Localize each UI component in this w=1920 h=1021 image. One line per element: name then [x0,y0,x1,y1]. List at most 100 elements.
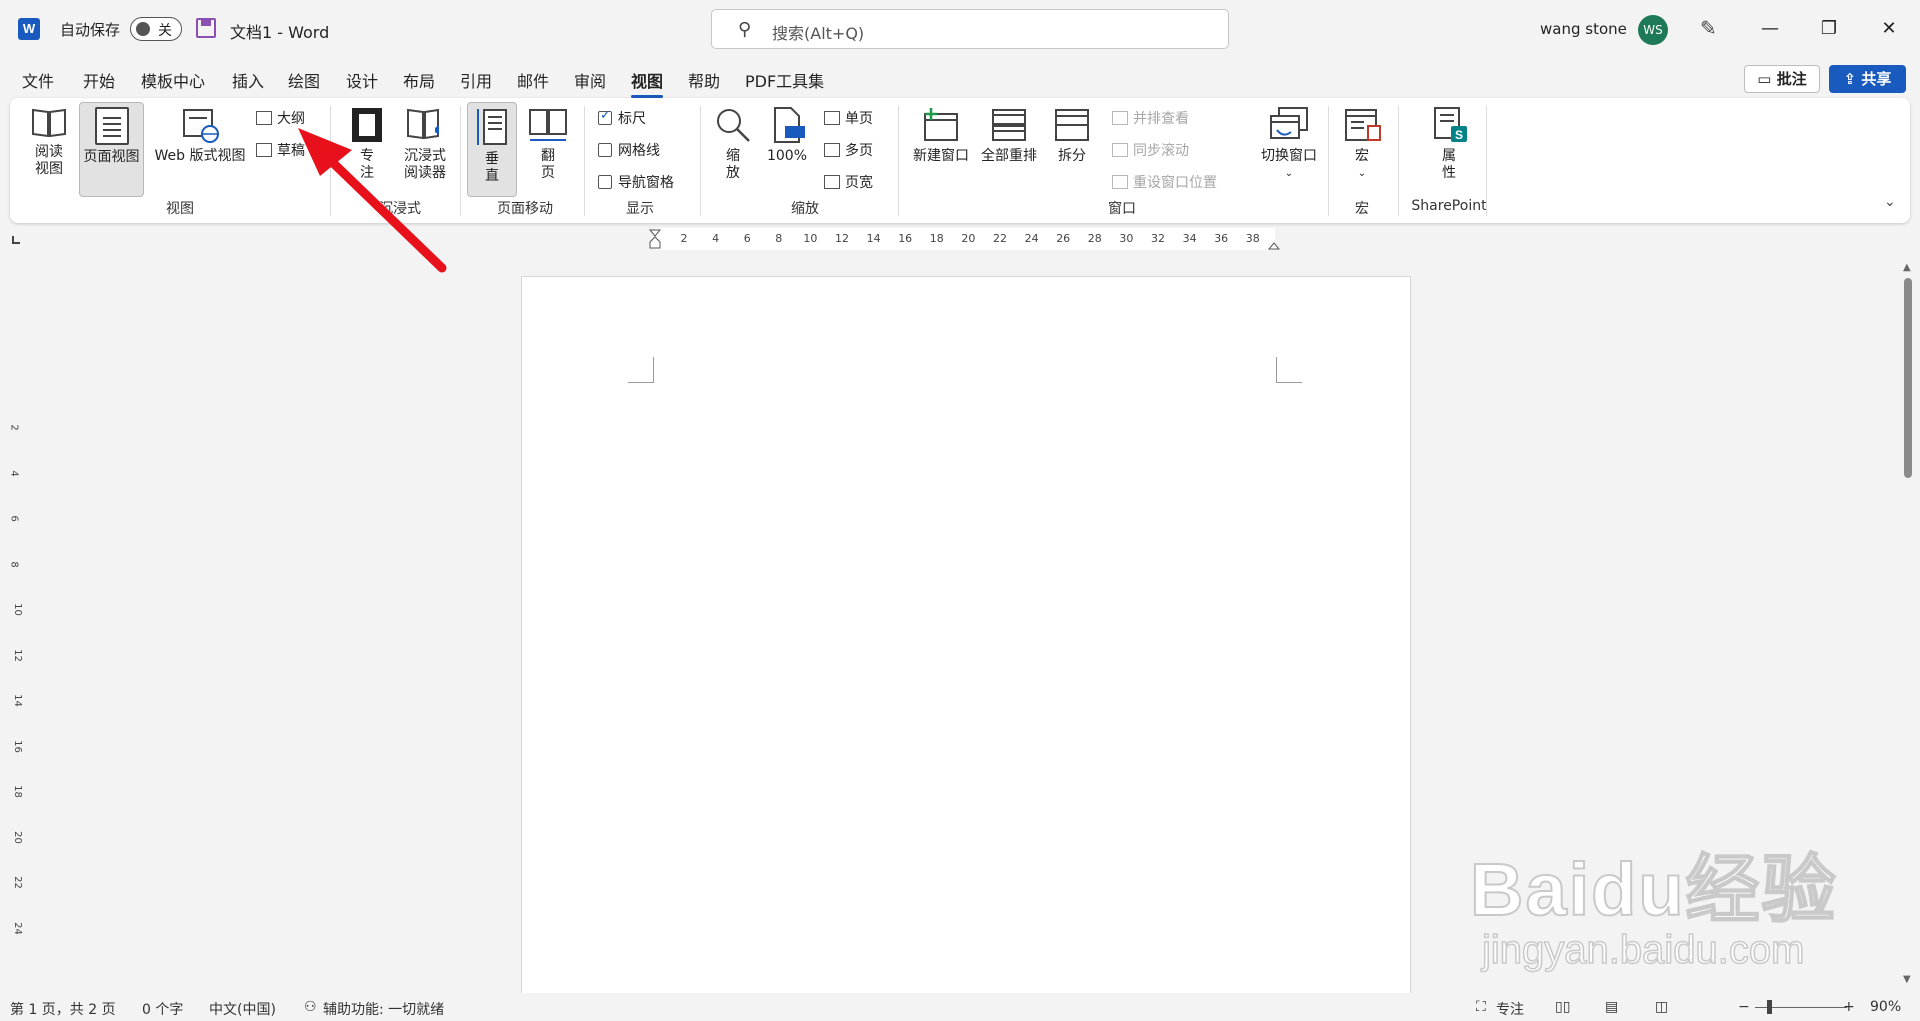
vertical-button[interactable]: 垂 直 [467,102,517,197]
zoom-in-icon[interactable]: + [1843,999,1855,1015]
restore-icon[interactable]: ❐ [1806,12,1852,46]
avatar[interactable]: WS [1638,15,1668,45]
vertical-ruler[interactable]: 2 4 6 8 10 12 14 16 18 20 22 24 [8,272,28,992]
tab-file[interactable]: 文件 [22,68,54,92]
zoom-100-button[interactable]: 100% [762,106,812,198]
page-icon [94,107,129,145]
print-layout-icon[interactable]: ▤ [1605,999,1618,1015]
read-mode-button[interactable]: 阅读 视图 [24,106,74,198]
group-separator [330,106,331,216]
reset-position-button[interactable]: 重设窗口位置 [1112,172,1217,192]
horizontal-ruler[interactable]: 2 4 6 8 10 12 14 16 18 20 22 24 26 28 30 32 34 36 38 [648,228,1281,250]
switch-windows-button[interactable]: 切换窗口 ⌄ [1256,106,1322,198]
side-by-side-label: 并排查看 [1133,111,1189,127]
focus-button[interactable]: 专 注 [345,106,389,198]
page-count[interactable]: 第 1 页，共 2 页 [10,999,116,1019]
tab-draw[interactable]: 绘图 [288,68,320,92]
ruler-tick-label: 12 [835,232,849,245]
tab-insert[interactable]: 插入 [232,68,264,92]
tab-pdf-tools[interactable]: PDF工具集 [745,68,824,92]
macros-icon [1345,109,1381,141]
search-input[interactable]: ⚲ 搜索(Alt+Q) [711,9,1229,49]
immersive-reader-icon [407,108,439,140]
tab-home[interactable]: 开始 [83,68,115,92]
ruler-tick-label: 36 [1214,232,1229,245]
multiple-pages-label: 多页 [845,143,873,159]
focus-mode-button[interactable]: 专注 [1496,999,1524,1019]
indent-marker-icon[interactable] [648,228,662,250]
autosave-toggle[interactable]: 关 [130,17,182,41]
nav-pane-checkbox[interactable]: 导航窗格 [598,172,674,192]
macros-button[interactable]: 宏 ⌄ [1340,106,1384,198]
right-indent-icon[interactable] [1267,239,1281,251]
tab-references[interactable]: 引用 [460,68,492,92]
multiple-pages-button[interactable]: 多页 [824,140,873,160]
zoom-100-label: 100% [766,148,808,164]
ruler-tick-label: 32 [1151,232,1165,245]
page-width-button[interactable]: 页宽 [824,172,873,192]
vruler-tick-label: 10 [11,603,23,616]
immersive-group-label: 沉浸式 [379,201,421,217]
save-icon[interactable] [196,18,216,38]
page-100-icon [774,107,805,143]
draft-button[interactable]: 草稿 [256,140,305,160]
sync-scroll-icon [1112,143,1128,157]
arrange-all-button[interactable]: 全部重排 [976,106,1042,198]
outline-icon [256,111,272,125]
print-layout-button[interactable]: 页面视图 [79,102,144,197]
ruler-checkbox[interactable]: 标尺 [598,108,646,128]
split-button[interactable]: 拆分 [1046,106,1098,198]
nav-pane-label: 导航窗格 [618,175,674,191]
minimize-icon[interactable]: — [1747,12,1793,46]
ruler-tick-label: 6 [743,232,751,245]
web-layout-icon[interactable]: ◫ [1655,999,1668,1015]
properties-button[interactable]: S 属 性 [1424,106,1474,198]
outline-button[interactable]: 大纲 [256,108,305,128]
immersive-reader-button[interactable]: 沉浸式 阅读器 [395,106,455,198]
user-name[interactable]: wang stone [1540,20,1627,38]
share-button[interactable]: ⇪ 共享 [1829,65,1906,93]
tab-review[interactable]: 审阅 [574,68,606,92]
zoom-level[interactable]: 90% [1870,999,1901,1015]
watermark-site: jingyan.baidu.com [1481,927,1805,973]
svg-text:S: S [1455,128,1463,142]
tab-layout[interactable]: 布局 [403,68,435,92]
zoom-slider-thumb[interactable] [1767,1000,1772,1014]
views-group-label: 视图 [166,201,194,217]
sync-scroll-button[interactable]: 同步滚动 [1112,140,1189,160]
zoom-out-icon[interactable]: − [1738,999,1750,1015]
scroll-thumb[interactable] [1904,278,1912,478]
word-count[interactable]: 0 个字 [142,999,183,1019]
tab-template-center[interactable]: 模板中心 [141,68,205,92]
web-layout-button[interactable]: Web 版式视图 [148,106,252,198]
book-icon [32,108,66,138]
autosave-label: 自动保存 [60,21,121,39]
accessibility-status[interactable]: 辅助功能: 一切就绪 [323,999,444,1019]
vruler-tick-label: 2 [8,424,20,431]
chevron-down-icon: ⌄ [1357,168,1367,179]
tab-selector-icon[interactable] [12,236,20,244]
tab-mailings[interactable]: 邮件 [517,68,549,92]
side-to-side-button[interactable]: 翻 页 [523,106,573,198]
comments-button[interactable]: ▭ 批注 [1744,65,1820,93]
one-page-button[interactable]: 单页 [824,108,873,128]
read-mode-icon[interactable]: ▯▯ [1555,999,1570,1015]
vruler-tick-label: 16 [11,739,23,753]
close-icon[interactable]: ✕ [1866,12,1912,46]
ribbon-tabs: 文件 开始 模板中心 插入 绘图 设计 布局 引用 邮件 审阅 视图 帮助 PD… [0,62,1920,98]
language-status[interactable]: 中文(中国) [209,999,276,1019]
scroll-up-icon[interactable]: ▲ [1903,262,1911,273]
reset-position-label: 重设窗口位置 [1133,175,1217,191]
tab-help[interactable]: 帮助 [688,68,720,92]
watermark-logo: Baidu经验 [1469,847,1838,932]
ruler-tick-label: 2 [680,232,688,245]
tab-design[interactable]: 设计 [346,68,378,92]
tab-view[interactable]: 视图 [631,68,664,98]
new-window-button[interactable]: 新建窗口 [908,106,974,198]
collapse-ribbon-icon[interactable]: ⌄ [1884,194,1896,210]
pen-icon[interactable]: ✎ [1700,16,1717,40]
gridlines-checkbox[interactable]: 网格线 [598,140,660,160]
document-page[interactable] [521,276,1411,1006]
zoom-button[interactable]: 缩 放 [710,106,756,198]
side-by-side-button[interactable]: 并排查看 [1112,108,1189,128]
